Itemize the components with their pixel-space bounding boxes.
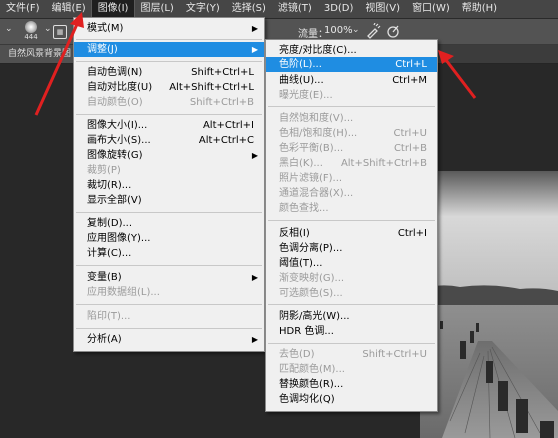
menu-separator — [76, 61, 262, 62]
menu-3d[interactable]: 3D(D) — [318, 0, 360, 18]
menu-item-apply-image[interactable]: 应用图像(Y)... — [74, 231, 264, 246]
menu-item-apply-data-set: 应用数据组(L)... — [87, 287, 160, 298]
menu-separator — [268, 220, 435, 221]
menu-item-channel-mixer: 通道混合器(X)... — [279, 188, 354, 199]
brush-preset-picker[interactable]: 444 — [18, 21, 44, 42]
menu-separator — [76, 304, 262, 305]
menu-item-exposure: 曝光度(E)... — [279, 90, 333, 101]
menu-item-analysis[interactable]: 分析(A) ▶ — [74, 332, 264, 347]
menu-item-threshold[interactable]: 阈值(T)... — [266, 256, 437, 271]
menu-item-trim[interactable]: 裁切(R)... — [74, 178, 264, 193]
menu-item-image-size[interactable]: 图像大小(I)... Alt+Ctrl+I — [74, 118, 264, 133]
submenu-arrow-icon: ▶ — [251, 273, 258, 282]
document-photo — [420, 171, 558, 438]
menu-item-posterize[interactable]: 色调分离(P)... — [266, 241, 437, 256]
menu-item-shadows-highlights[interactable]: 阴影/高光(W)... — [266, 309, 437, 324]
menu-item-levels[interactable]: 色阶(L)... Ctrl+L — [266, 57, 437, 72]
menu-help[interactable]: 帮助(H) — [456, 0, 503, 18]
menu-item-vibrance: 自然饱和度(V)... — [279, 113, 354, 124]
airbrush-icon[interactable] — [365, 23, 381, 39]
menu-separator — [76, 328, 262, 329]
menu-view[interactable]: 视图(V) — [359, 0, 406, 18]
menu-filter[interactable]: 滤镜(T) — [272, 0, 318, 18]
menu-item-adjustments[interactable]: 调整(J) ▶ — [74, 42, 264, 57]
menu-item-crop: 裁剪(P) — [87, 165, 121, 176]
menu-separator — [76, 39, 262, 40]
chevron-down-icon[interactable]: ⌄ — [5, 24, 13, 34]
pressure-icon[interactable] — [385, 23, 401, 39]
submenu-arrow-icon: ▶ — [251, 335, 258, 344]
brush-tip-icon — [25, 21, 37, 33]
brush-size: 444 — [24, 33, 38, 41]
chevron-down-icon[interactable]: ⌄ — [352, 25, 360, 35]
menu-separator — [76, 265, 262, 266]
menu-item-reveal-all[interactable]: 显示全部(V) — [74, 193, 264, 208]
menu-item-duplicate[interactable]: 复制(D)... — [74, 216, 264, 231]
menu-item-auto-color: 自动颜色(O) Shift+Ctrl+B — [87, 97, 254, 108]
submenu-arrow-icon: ▶ — [251, 45, 258, 54]
menu-separator — [76, 114, 262, 115]
menu-item-color-balance: 色彩平衡(B)... Ctrl+B — [279, 143, 427, 154]
pier-landscape-image — [420, 171, 558, 438]
submenu-arrow-icon: ▶ — [251, 151, 258, 160]
menu-image[interactable]: 图像(I) — [90, 0, 136, 19]
menu-item-auto-tone[interactable]: 自动色调(N) Shift+Ctrl+L — [74, 65, 264, 80]
menu-file[interactable]: 文件(F) — [0, 0, 46, 18]
menu-window[interactable]: 窗口(W) — [406, 0, 456, 18]
menu-item-selective-color: 可选颜色(S)... — [279, 288, 343, 299]
menu-item-mode[interactable]: 模式(M) ▶ — [74, 21, 264, 36]
image-menu: 模式(M) ▶ 调整(J) ▶ 自动色调(N) Shift+Ctrl+L 自动对比度(… — [73, 17, 265, 352]
menu-item-hue-saturation: 色相/饱和度(H)... Ctrl+U — [279, 128, 427, 139]
menu-item-hdr-toning[interactable]: HDR 色调... — [266, 324, 437, 339]
photoshop-window: 文件(F) 编辑(E) 图像(I) 图层(L) 文字(Y) 选择(S) 滤镜(T… — [0, 0, 558, 438]
menu-item-trap: 陷印(T)... — [87, 311, 131, 322]
flow-value[interactable]: 100% — [324, 25, 353, 36]
menu-item-brightness-contrast[interactable]: 亮度/对比度(C)... — [266, 43, 437, 58]
menu-item-desaturate: 去色(D) Shift+Ctrl+U — [279, 349, 427, 360]
menu-item-variables[interactable]: 变量(B) ▶ — [74, 270, 264, 285]
menu-separator — [268, 304, 435, 305]
menu-separator — [268, 106, 435, 107]
submenu-arrow-icon: ▶ — [251, 24, 258, 33]
menu-item-color-lookup: 颜色查找... — [279, 203, 329, 214]
chevron-down-icon[interactable]: ⌄ — [44, 24, 52, 34]
menu-separator — [268, 343, 435, 344]
menu-item-auto-contrast[interactable]: 自动对比度(U) Alt+Shift+Ctrl+L — [74, 80, 264, 95]
menu-layer[interactable]: 图层(L) — [134, 0, 179, 18]
brush-panel-icon[interactable]: ▦ — [53, 25, 67, 39]
menu-separator — [76, 212, 262, 213]
menu-item-photo-filter: 照片滤镜(F)... — [279, 173, 343, 184]
menu-item-calculations[interactable]: 计算(C)... — [74, 246, 264, 261]
menu-item-gradient-map: 渐变映射(G)... — [279, 273, 345, 284]
menu-item-invert[interactable]: 反相(I) Ctrl+I — [266, 226, 437, 241]
menu-item-curves[interactable]: 曲线(U)... Ctrl+M — [266, 73, 437, 88]
menu-type[interactable]: 文字(Y) — [180, 0, 226, 18]
menu-item-replace-color[interactable]: 替换颜色(R)... — [266, 377, 437, 392]
menu-select[interactable]: 选择(S) — [226, 0, 272, 18]
menu-item-equalize[interactable]: 色调均化(Q) — [266, 392, 437, 407]
menu-edit[interactable]: 编辑(E) — [46, 0, 92, 18]
menu-item-black-white: 黑白(K)... Alt+Shift+Ctrl+B — [279, 158, 427, 169]
menu-item-canvas-size[interactable]: 画布大小(S)... Alt+Ctrl+C — [74, 133, 264, 148]
menu-item-match-color: 匹配颜色(M)... — [279, 364, 345, 375]
adjustments-submenu: 亮度/对比度(C)... 色阶(L)... Ctrl+L 曲线(U)... Ctrl… — [265, 39, 438, 412]
menu-item-image-rotation[interactable]: 图像旋转(G) ▶ — [74, 148, 264, 163]
